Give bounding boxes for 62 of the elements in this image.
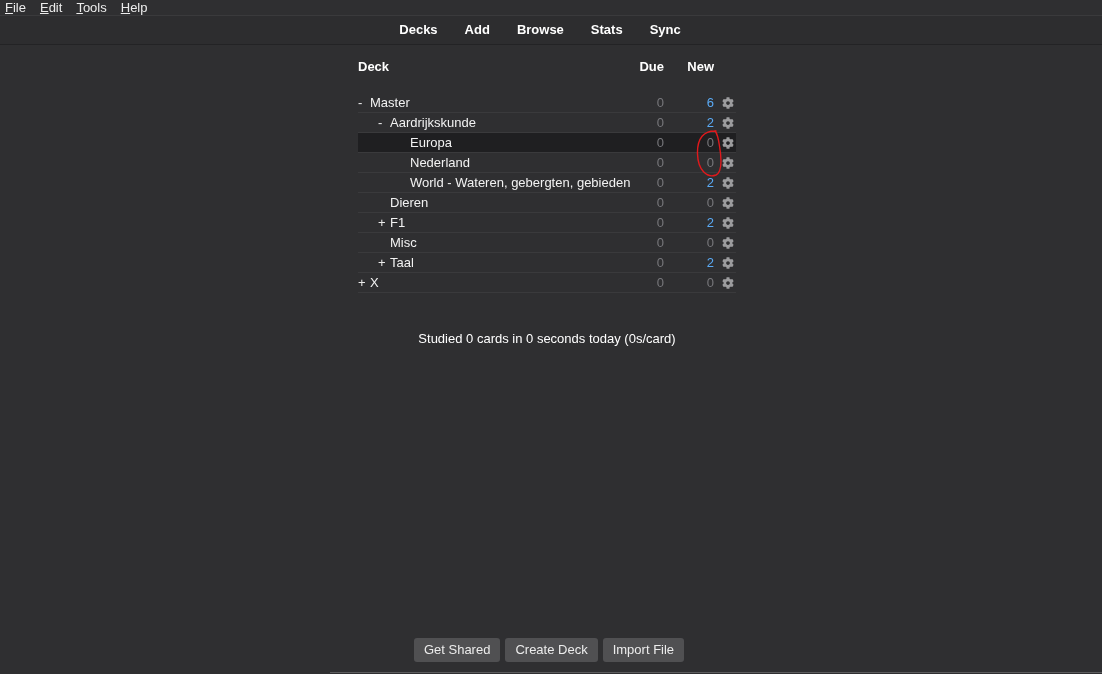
new-count: 6	[706, 93, 714, 112]
menu-item[interactable]: Edit	[39, 0, 63, 15]
collapse-toggle[interactable]: -	[358, 95, 363, 110]
gear-icon[interactable]	[722, 176, 734, 189]
collapse-toggle[interactable]: -	[378, 115, 383, 130]
new-count: 0	[706, 233, 714, 252]
gear-icon[interactable]	[722, 116, 734, 129]
new-count: 2	[706, 213, 714, 232]
menu-item[interactable]: Tools	[76, 0, 107, 15]
due-count: 0	[656, 213, 664, 232]
gear-icon[interactable]	[722, 156, 734, 169]
due-count: 0	[656, 173, 664, 192]
deck-name-link[interactable]: Dieren	[390, 192, 429, 213]
deck-name-link[interactable]: Europa	[410, 132, 452, 153]
deck-name-link[interactable]: World - Wateren, gebergten, gebieden	[410, 172, 631, 193]
import-file-button[interactable]: Import File	[602, 638, 685, 662]
new-count: 0	[706, 273, 714, 292]
collapse-toggle[interactable]: +	[358, 275, 366, 290]
create-deck-button[interactable]: Create Deck	[505, 638, 598, 662]
due-count: 0	[656, 253, 664, 272]
column-header: Due	[639, 58, 664, 77]
gear-icon[interactable]	[722, 196, 734, 209]
gear-icon[interactable]	[722, 136, 734, 149]
new-count: 0	[706, 193, 714, 212]
toolbar-link[interactable]: Sync	[649, 20, 681, 40]
due-count: 0	[656, 113, 664, 132]
column-header: New	[687, 58, 714, 77]
deck-name-link[interactable]: Nederland	[410, 152, 470, 173]
due-count: 0	[656, 153, 664, 172]
due-count: 0	[656, 273, 664, 292]
deck-name-link[interactable]: Aardrijkskunde	[390, 112, 476, 133]
deck-name-link[interactable]: Taal	[390, 252, 414, 273]
deck-row[interactable]: Europa 0 0	[358, 133, 736, 153]
gear-icon[interactable]	[722, 236, 734, 249]
deck-name-link[interactable]: Master	[370, 92, 410, 113]
deck-name-link[interactable]: Misc	[390, 232, 417, 253]
study-stats-text: Studied 0 cards in 0 seconds today (0s/card)	[418, 330, 676, 348]
gear-icon[interactable]	[722, 256, 734, 269]
gear-icon[interactable]	[722, 216, 734, 229]
due-count: 0	[656, 133, 664, 152]
toolbar-link[interactable]: Decks	[399, 20, 438, 40]
menu-item[interactable]: Help	[120, 0, 148, 15]
due-count: 0	[656, 193, 664, 212]
toolbar-link[interactable]: Stats	[590, 20, 623, 40]
get-shared-button[interactable]: Get Shared	[413, 638, 501, 662]
new-count: 2	[706, 113, 714, 132]
collapse-toggle[interactable]: +	[378, 215, 386, 230]
new-count: 0	[706, 153, 714, 172]
toolbar-link[interactable]: Browse	[516, 20, 564, 40]
toolbar-link[interactable]: Add	[464, 20, 490, 40]
due-count: 0	[656, 93, 664, 112]
column-header: Deck	[358, 59, 390, 75]
deck-name-link[interactable]: X	[370, 272, 379, 293]
gear-icon[interactable]	[722, 96, 734, 109]
new-count: 2	[706, 173, 714, 192]
new-count: 2	[706, 253, 714, 272]
due-count: 0	[656, 233, 664, 252]
new-count: 0	[706, 133, 714, 152]
collapse-toggle[interactable]: +	[378, 255, 386, 270]
gear-icon[interactable]	[722, 276, 734, 289]
deck-name-link[interactable]: F1	[390, 212, 406, 233]
menu-item[interactable]: File	[5, 0, 26, 15]
